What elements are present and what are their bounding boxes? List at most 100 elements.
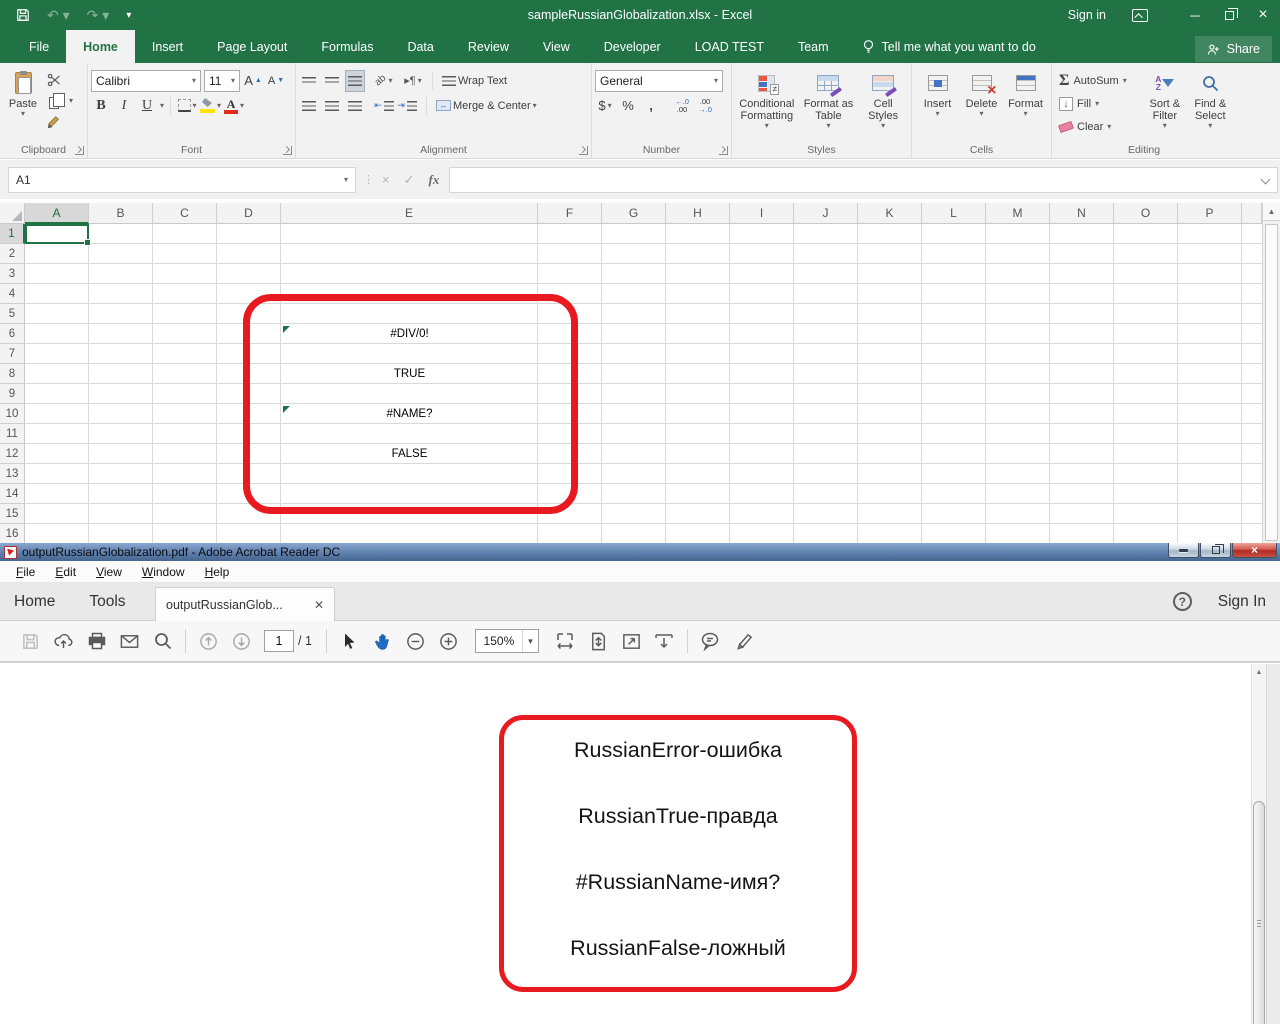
enter-formula-icon[interactable]: ✓ xyxy=(404,172,415,188)
column-header-D[interactable]: D xyxy=(217,203,281,224)
number-dialog-launcher[interactable] xyxy=(719,146,728,155)
page-number-input[interactable]: 1 xyxy=(264,630,294,652)
delete-cells-button[interactable]: Delete▾ xyxy=(960,68,1004,140)
menu-file[interactable]: File xyxy=(6,565,45,579)
row-header-14[interactable]: 14 xyxy=(0,484,25,504)
tab-tools[interactable]: Tools xyxy=(89,593,125,611)
row-header-1[interactable]: 1 xyxy=(0,224,25,244)
align-left-button[interactable] xyxy=(299,95,319,117)
excel-sign-in[interactable]: Sign in xyxy=(1068,8,1106,22)
increase-indent-button[interactable]: ⇥ xyxy=(397,95,417,117)
next-page-icon[interactable] xyxy=(225,626,258,656)
decrease-font-icon[interactable]: A▼ xyxy=(266,70,286,92)
help-icon[interactable]: ? xyxy=(1173,592,1192,611)
column-header-P[interactable]: P xyxy=(1178,203,1242,224)
menu-view[interactable]: View xyxy=(86,565,132,579)
column-header-L[interactable]: L xyxy=(922,203,986,224)
menu-help[interactable]: Help xyxy=(195,565,240,579)
column-header-C[interactable]: C xyxy=(153,203,217,224)
alignment-dialog-launcher[interactable] xyxy=(579,146,588,155)
menu-window[interactable]: Window xyxy=(132,565,195,579)
excel-vertical-scrollbar[interactable]: ▲ xyxy=(1262,203,1280,543)
tab-home[interactable]: Home xyxy=(14,593,55,611)
excel-scrollbar-thumb[interactable] xyxy=(1265,224,1278,541)
excel-tab-home[interactable]: Home xyxy=(66,30,135,63)
font-size-combo[interactable]: 11▾ xyxy=(204,70,240,92)
row-header-6[interactable]: 6 xyxy=(0,324,25,344)
sort-filter-button[interactable]: AZ Sort & Filter▾ xyxy=(1142,68,1187,140)
row-header-11[interactable]: 11 xyxy=(0,424,25,444)
excel-tab-load-test[interactable]: LOAD TEST xyxy=(678,30,781,63)
column-header-N[interactable]: N xyxy=(1050,203,1114,224)
format-painter-button[interactable] xyxy=(47,111,73,132)
autosum-button[interactable]: ΣAutoSum▾ xyxy=(1059,70,1138,92)
row-header-7[interactable]: 7 xyxy=(0,344,25,364)
clear-button[interactable]: Clear▾ xyxy=(1059,116,1138,138)
customize-qat-icon[interactable]: ▾ xyxy=(126,10,131,21)
align-bottom-button[interactable] xyxy=(345,70,365,92)
row-header-8[interactable]: 8 xyxy=(0,364,25,384)
spreadsheet[interactable]: ABCDEFGHIJKLMNOP12345678910111213141516#… xyxy=(0,203,1262,543)
align-right-button[interactable] xyxy=(345,95,365,117)
comma-format-button[interactable]: , xyxy=(641,95,661,117)
column-header-J[interactable]: J xyxy=(794,203,858,224)
font-color-button[interactable]: A▾ xyxy=(224,95,244,117)
acrobat-minimize-button[interactable] xyxy=(1168,543,1199,558)
excel-tab-file[interactable]: File xyxy=(12,30,66,63)
comment-icon[interactable] xyxy=(694,626,727,656)
excel-tab-insert[interactable]: Insert xyxy=(135,30,200,63)
align-center-button[interactable] xyxy=(322,95,342,117)
orientation-button[interactable]: ab▾ xyxy=(374,70,394,92)
tell-me-box[interactable]: Tell me what you want to do xyxy=(846,30,1052,63)
cells-area[interactable]: #DIV/0!TRUE#NAME?FALSE xyxy=(25,224,1262,543)
column-header-E[interactable]: E xyxy=(281,203,538,224)
save-file-icon[interactable] xyxy=(14,626,47,656)
pdf-scrollbar-thumb[interactable] xyxy=(1253,801,1265,1024)
insert-function-icon[interactable]: fx xyxy=(429,172,440,188)
cell-styles-button[interactable]: Cell Styles▾ xyxy=(858,68,908,140)
column-header-M[interactable]: M xyxy=(986,203,1050,224)
excel-tab-view[interactable]: View xyxy=(526,30,587,63)
column-header-A[interactable]: A xyxy=(25,203,89,224)
format-as-table-button[interactable]: Format as Table▾ xyxy=(799,68,859,140)
increase-font-icon[interactable]: A▲ xyxy=(243,70,263,92)
acrobat-sign-in[interactable]: Sign In xyxy=(1218,593,1266,611)
pdf-vertical-scrollbar[interactable]: ▲ xyxy=(1251,664,1266,1024)
pdf-content-area[interactable]: RussianError-ошибкаRussianTrue-правда#Ru… xyxy=(0,662,1280,1024)
row-header-15[interactable]: 15 xyxy=(0,504,25,524)
formula-bar-splitter[interactable]: ⋮ xyxy=(363,173,375,186)
borders-button[interactable]: ▾ xyxy=(177,95,197,117)
excel-restore-button[interactable] xyxy=(1212,0,1246,30)
excel-close-button[interactable]: × xyxy=(1246,0,1280,30)
close-document-tab-icon[interactable]: ✕ xyxy=(314,598,324,612)
text-direction-button[interactable]: ▸¶▾ xyxy=(403,70,423,92)
hand-tool-icon[interactable] xyxy=(366,626,399,656)
copy-button[interactable]: ▾ xyxy=(47,91,73,112)
read-mode-icon[interactable] xyxy=(648,626,681,656)
number-format-combo[interactable]: General▾ xyxy=(595,70,723,92)
fill-button[interactable]: ↓Fill▾ xyxy=(1059,93,1138,115)
select-all-corner[interactable] xyxy=(0,203,25,224)
align-middle-button[interactable] xyxy=(322,70,342,92)
merge-center-button[interactable]: ↔ Merge & Center▾ xyxy=(436,95,537,117)
currency-format-button[interactable]: $▾ xyxy=(595,95,615,117)
column-header-H[interactable]: H xyxy=(666,203,730,224)
excel-minimize-button[interactable]: ─ xyxy=(1178,0,1212,30)
document-tab[interactable]: outputRussianGlob...✕ xyxy=(155,587,335,621)
underline-button[interactable]: U xyxy=(137,95,157,117)
column-header-I[interactable]: I xyxy=(730,203,794,224)
insert-cells-button[interactable]: Insert▾ xyxy=(916,68,960,140)
excel-tab-review[interactable]: Review xyxy=(451,30,526,63)
name-box[interactable]: A1▾ xyxy=(8,167,356,193)
print-icon[interactable] xyxy=(80,626,113,656)
formula-input[interactable] xyxy=(449,167,1278,193)
decrease-indent-button[interactable]: ⇤ xyxy=(374,95,394,117)
share-button[interactable]: Share xyxy=(1195,36,1272,62)
font-dialog-launcher[interactable] xyxy=(283,146,292,155)
paste-button[interactable]: Paste▾ xyxy=(3,68,43,134)
row-header-2[interactable]: 2 xyxy=(0,244,25,264)
column-header-G[interactable]: G xyxy=(602,203,666,224)
row-header-12[interactable]: 12 xyxy=(0,444,25,464)
excel-tab-developer[interactable]: Developer xyxy=(587,30,678,63)
menu-edit[interactable]: Edit xyxy=(45,565,86,579)
